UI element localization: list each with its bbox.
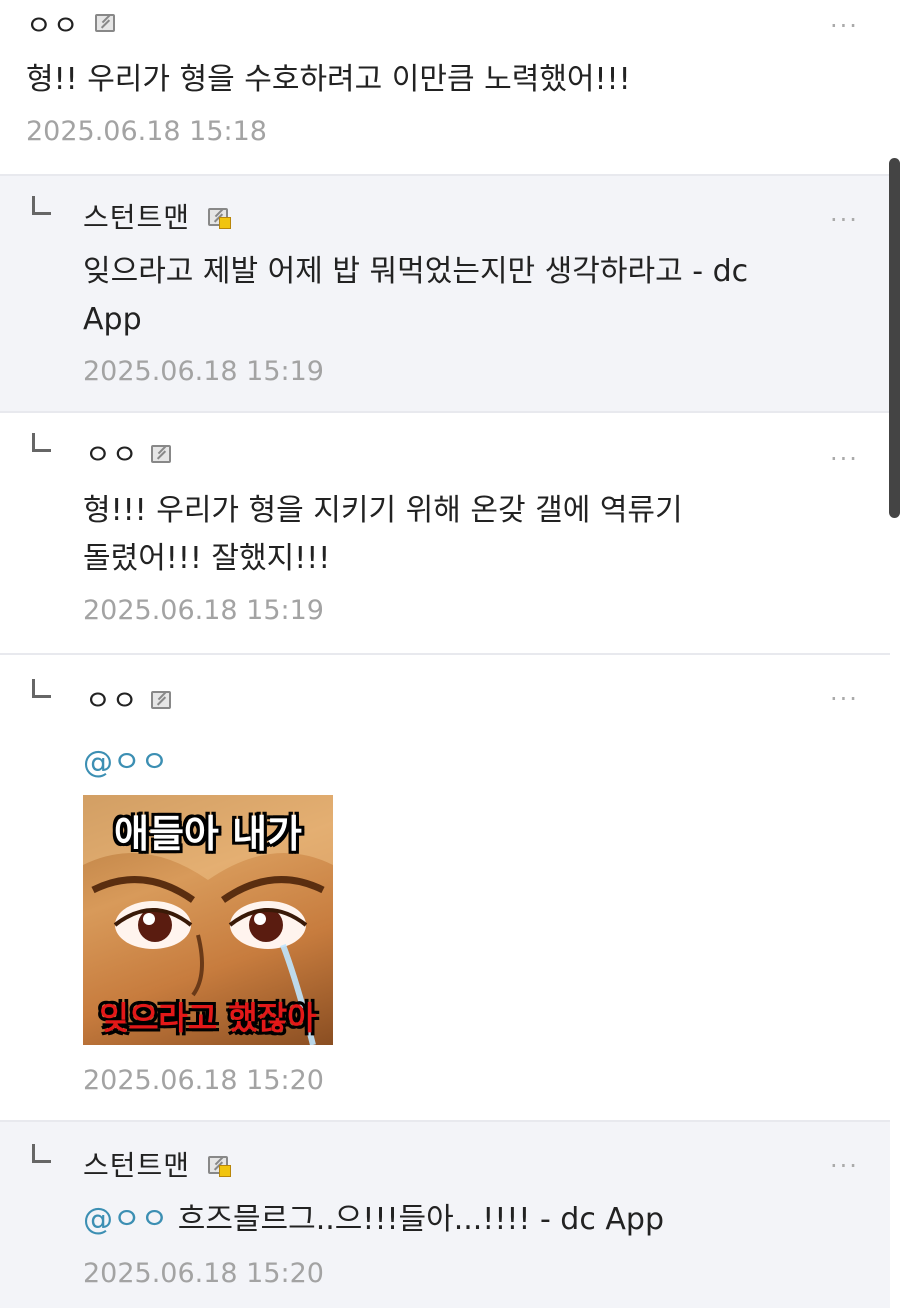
comment-timestamp: 2025.06.18 15:19 bbox=[83, 356, 324, 387]
more-options-icon[interactable]: ··· bbox=[830, 445, 859, 473]
meme-caption-bottom: 잊으라고 했잖아 bbox=[99, 999, 317, 1037]
comment-nickname[interactable]: ㅇㅇ bbox=[85, 679, 139, 719]
mention-link[interactable]: @ㅇㅇ bbox=[83, 739, 168, 787]
reply-item: ㅇㅇ ··· 형!!! 우리가 형을 지키기 위해 온갖 갤에 역류기 돌렸어!… bbox=[0, 413, 890, 653]
meme-caption-top: 애들아 내가 bbox=[113, 812, 303, 856]
comment-text-line: App bbox=[83, 302, 142, 337]
comment-text: 잊으라고 제발 어제 밥 뭐먹었는지만 생각하라고 - dc App bbox=[83, 248, 748, 344]
comment-timestamp: 2025.06.18 15:20 bbox=[83, 1065, 324, 1096]
meme-image[interactable]: 애들아 내가 잊으라고 했잖아 bbox=[83, 795, 333, 1045]
comment-nickname[interactable]: ㅇㅇ bbox=[85, 433, 139, 473]
comment-text: @ㅇㅇ 흐즈믈르그..으!!!들아...!!!! - dc App bbox=[83, 1196, 664, 1244]
comment-text-line: 형!!! 우리가 형을 지키기 위해 온갖 갤에 역류기 bbox=[83, 493, 683, 528]
reply-arrow-icon bbox=[32, 1144, 51, 1163]
more-options-icon[interactable]: ··· bbox=[830, 685, 859, 713]
more-options-icon[interactable]: ··· bbox=[830, 1152, 859, 1180]
gallery-user-badge-icon bbox=[208, 208, 231, 229]
reply-arrow-icon bbox=[32, 196, 51, 215]
comment-item: ㅇㅇ ··· 형!! 우리가 형을 수호하려고 이만큼 노력했어!!! 2025… bbox=[0, 0, 890, 174]
more-options-icon[interactable]: ··· bbox=[830, 12, 859, 40]
comment-timestamp: 2025.06.18 15:18 bbox=[26, 116, 267, 147]
reply-item: 스턴트맨 ··· 잊으라고 제발 어제 밥 뭐먹었는지만 생각하라고 - dc … bbox=[0, 176, 890, 411]
comment-text: 형!! 우리가 형을 수호하려고 이만큼 노력했어!!! bbox=[26, 62, 631, 97]
reply-arrow-icon bbox=[32, 679, 51, 698]
reply-item: 스턴트맨 ··· @ㅇㅇ 흐즈믈르그..으!!!들아...!!!! - dc A… bbox=[0, 1122, 890, 1308]
comment-timestamp: 2025.06.18 15:19 bbox=[83, 595, 324, 626]
gallery-user-badge-icon bbox=[95, 14, 115, 32]
comment-timestamp: 2025.06.18 15:20 bbox=[83, 1258, 324, 1289]
mention-link[interactable]: @ㅇㅇ bbox=[83, 1202, 168, 1237]
comment-nickname[interactable]: 스턴트맨 bbox=[83, 1144, 190, 1184]
comment-text-line: 잊으라고 제발 어제 밥 뭐먹었는지만 생각하라고 - dc bbox=[83, 254, 749, 289]
gallery-user-badge-icon bbox=[208, 1156, 231, 1177]
comment-nickname[interactable]: 스턴트맨 bbox=[83, 196, 190, 236]
comment-text: 형!!! 우리가 형을 지키기 위해 온갖 갤에 역류기 돌렸어!!! 잘했지!… bbox=[83, 487, 683, 583]
comment-text-line: 돌렸어!!! 잘했지!!! bbox=[83, 541, 331, 576]
more-options-icon[interactable]: ··· bbox=[830, 206, 859, 234]
gallery-user-badge-icon bbox=[151, 445, 171, 463]
scrollbar-thumb[interactable] bbox=[889, 158, 900, 518]
comment-nickname[interactable]: ㅇㅇ bbox=[26, 4, 80, 44]
comment-text-content: 흐즈믈르그..으!!!들아...!!!! - dc App bbox=[168, 1202, 664, 1237]
reply-arrow-icon bbox=[32, 433, 51, 452]
gallery-user-badge-icon bbox=[151, 691, 171, 709]
